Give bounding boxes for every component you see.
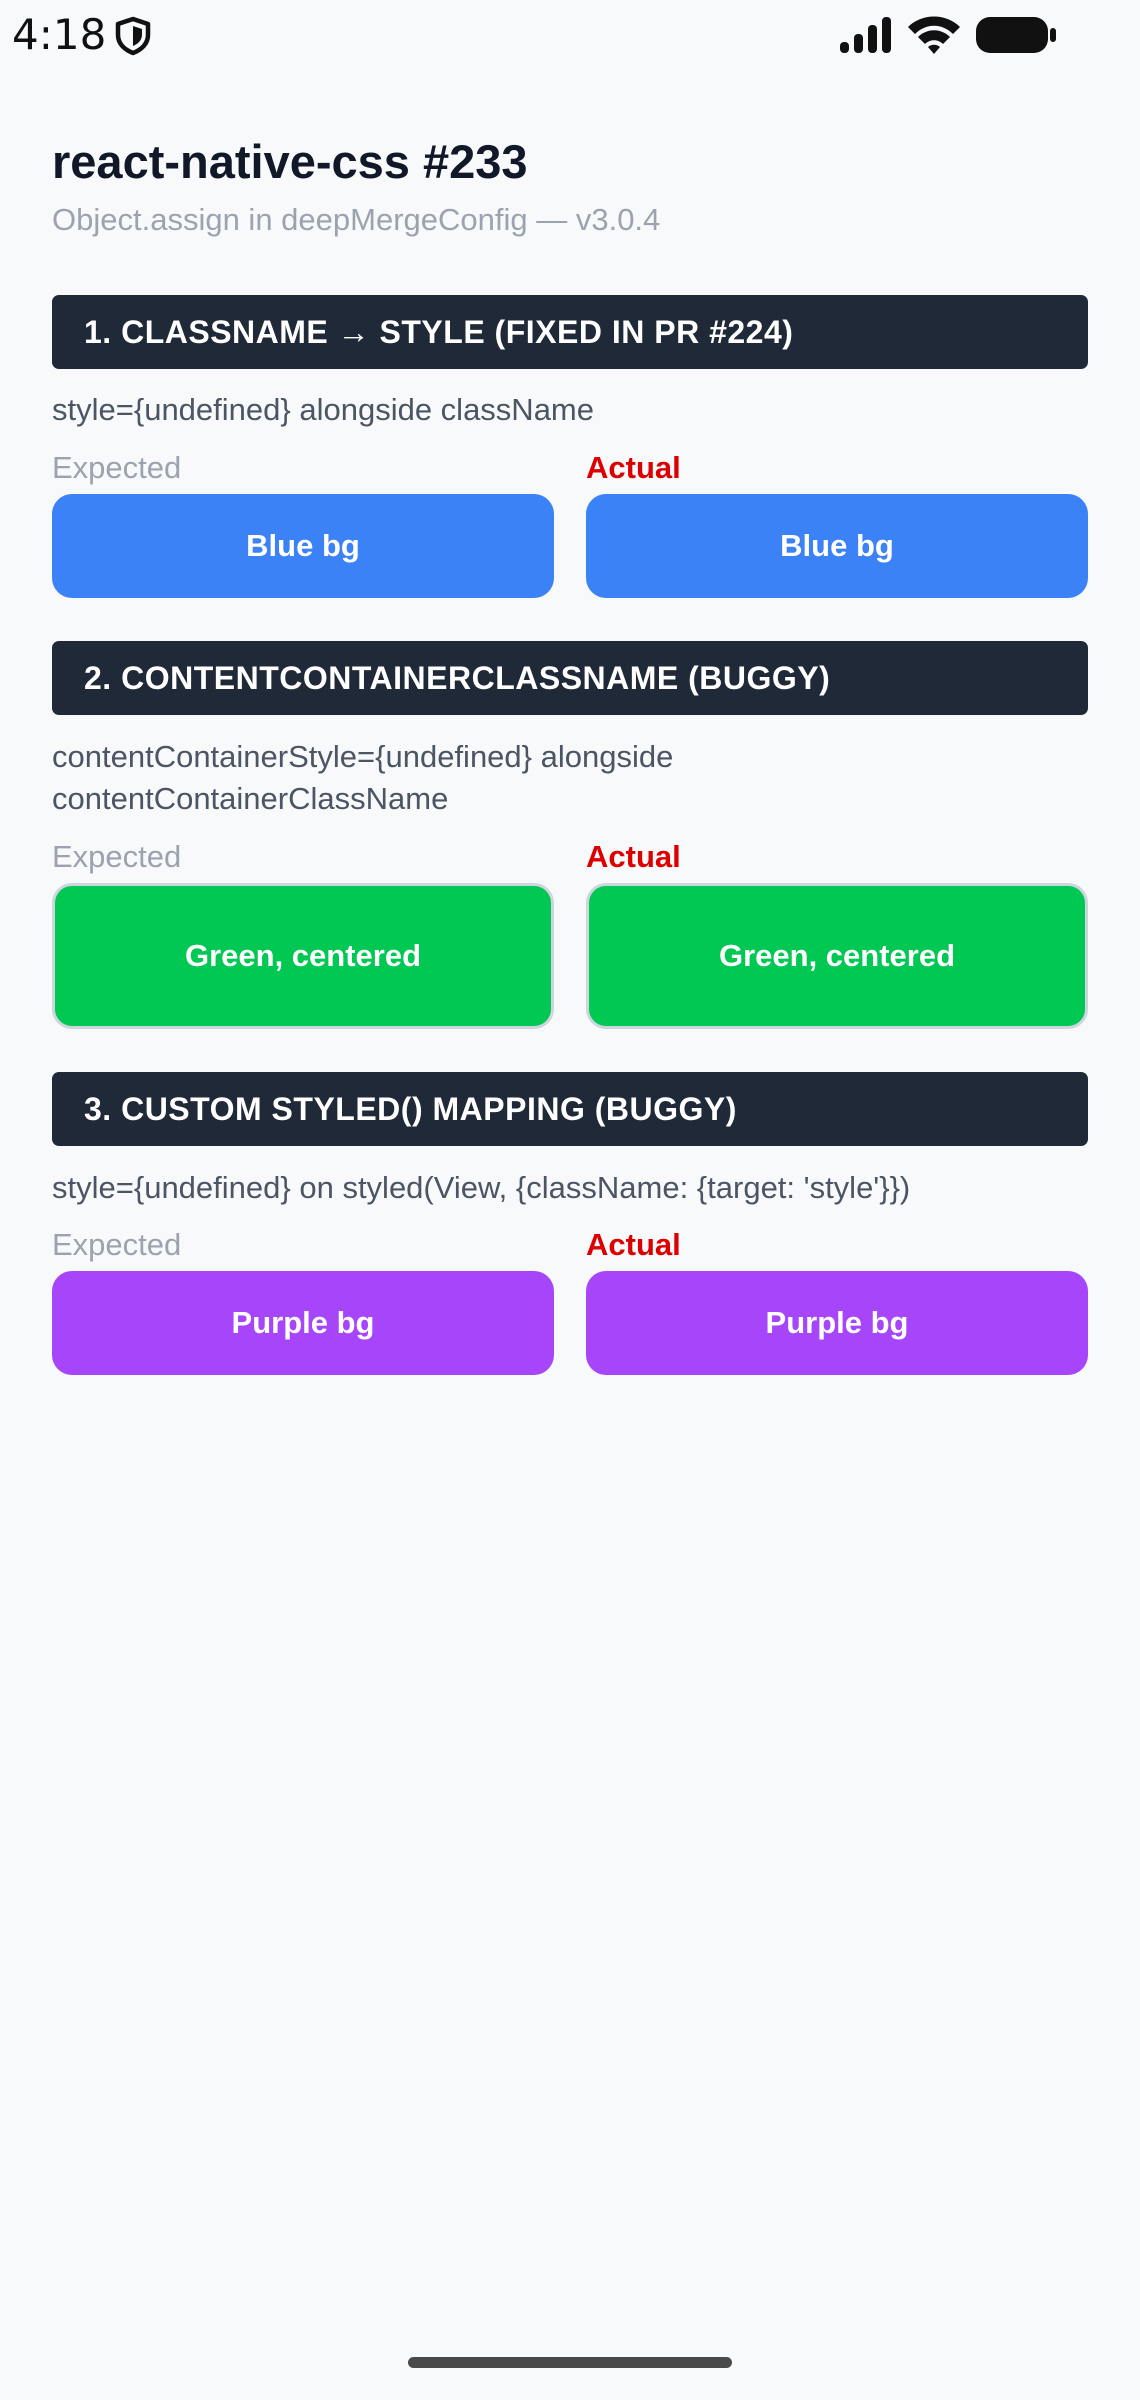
battery-icon xyxy=(976,17,1056,53)
shield-icon xyxy=(115,16,151,56)
home-indicator[interactable] xyxy=(408,2357,732,2368)
actual-green-box: Green, centered xyxy=(586,883,1088,1029)
expected-blue-box-text: Blue bg xyxy=(246,528,360,563)
actual-blue-box-text: Blue bg xyxy=(780,528,894,563)
actual-label: Actual xyxy=(586,839,681,874)
wifi-icon xyxy=(908,16,960,54)
page-subtitle: Object.assign in deepMergeConfig — v3.0.… xyxy=(52,202,661,237)
expected-blue-box: Blue bg xyxy=(52,494,554,598)
actual-purple-box-text: Purple bg xyxy=(765,1305,909,1340)
section-header-classname-style: 1. CLASSNAME → STYLE (FIXED IN PR #224) xyxy=(52,295,1088,369)
actual-label: Actual xyxy=(586,1227,681,1262)
expected-label: Expected xyxy=(52,839,182,874)
expected-label: Expected xyxy=(52,450,182,485)
section-header-content-container: 2. CONTENTCONTAINERCLASSNAME (BUGGY) xyxy=(52,641,1088,715)
expected-green-box: Green, centered xyxy=(52,883,554,1029)
expected-purple-box-text: Purple bg xyxy=(231,1305,375,1340)
section-description: contentContainerStyle={undefined} alongs… xyxy=(52,739,674,816)
expected-label: Expected xyxy=(52,1227,182,1262)
actual-green-box-text: Green, centered xyxy=(718,938,956,973)
section-header-custom-styled: 3. CUSTOM STYLED() MAPPING (BUGGY) xyxy=(52,1072,1088,1146)
section-description: style={undefined} alongside className xyxy=(52,392,595,427)
actual-purple-box: Purple bg xyxy=(586,1271,1088,1375)
actual-label: Actual xyxy=(586,450,681,485)
signal-icon xyxy=(840,17,891,53)
status-bar: 4:18 xyxy=(0,0,1140,70)
page-title: react-native-css #233 xyxy=(52,135,528,188)
expected-green-box-text: Green, centered xyxy=(184,938,422,973)
status-time: 4:18 xyxy=(12,10,107,59)
actual-blue-box: Blue bg xyxy=(586,494,1088,598)
expected-purple-box: Purple bg xyxy=(52,1271,554,1375)
section-description: style={undefined} on styled(View, {class… xyxy=(52,1170,911,1205)
